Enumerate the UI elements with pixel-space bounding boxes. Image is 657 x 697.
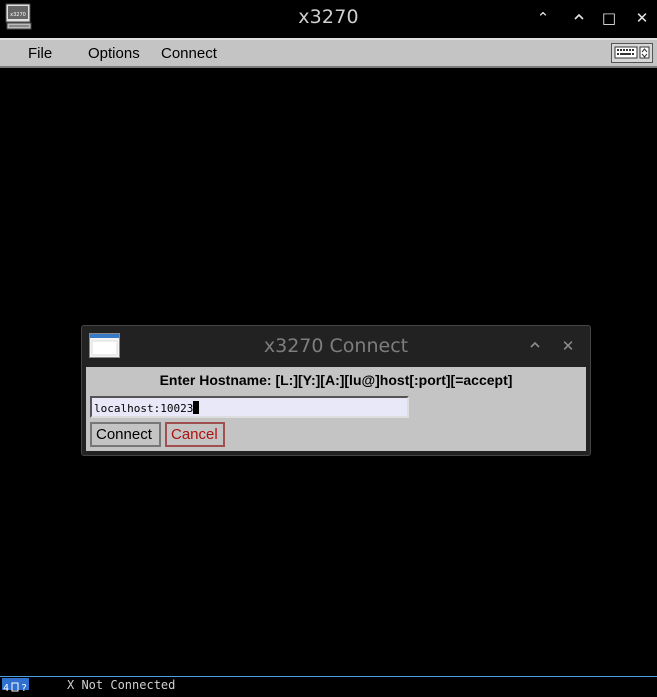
- window-titlebar: x3270 x3270 ⌃ □ ✕: [0, 0, 657, 38]
- maximize-icon[interactable]: □: [599, 8, 619, 28]
- menu-options[interactable]: Options: [88, 45, 140, 62]
- close-icon[interactable]: ✕: [632, 8, 652, 28]
- dialog-titlebar: x3270 Connect ✕: [82, 326, 590, 366]
- cancel-button[interactable]: Cancel: [165, 422, 225, 447]
- minimize-icon[interactable]: ⌃: [533, 8, 553, 28]
- connect-dialog: x3270 Connect ✕ Enter Hostname: [L:][Y:]…: [81, 325, 591, 456]
- status-text: X Not Connected: [67, 678, 176, 692]
- keypad-icon[interactable]: [611, 43, 653, 63]
- dialog-close-icon[interactable]: ✕: [558, 336, 578, 356]
- hostname-prompt: Enter Hostname: [L:][Y:][A:][lu@]host[:p…: [159, 372, 513, 388]
- hostname-input[interactable]: localhost:10023: [90, 396, 409, 418]
- hostname-value: localhost:10023: [94, 402, 194, 415]
- connect-button[interactable]: Connect: [90, 422, 161, 447]
- menu-connect[interactable]: Connect: [161, 45, 217, 62]
- menubar: File Options Connect: [0, 38, 657, 68]
- connection-status-icon: 4 ?: [2, 678, 29, 694]
- svg-text:?: ?: [21, 683, 27, 693]
- dialog-title: x3270 Connect: [263, 335, 409, 357]
- dialog-minimize-icon[interactable]: [525, 336, 545, 356]
- menu-file[interactable]: File: [28, 45, 52, 62]
- dialog-body: Enter Hostname: [L:][Y:][A:][lu@]host[:p…: [86, 367, 586, 451]
- restore-icon[interactable]: [569, 8, 589, 28]
- window-title: x3270: [298, 6, 359, 28]
- text-cursor: [193, 401, 200, 414]
- status-line: 4 ? X Not Connected: [0, 676, 657, 694]
- svg-text:4: 4: [3, 683, 9, 693]
